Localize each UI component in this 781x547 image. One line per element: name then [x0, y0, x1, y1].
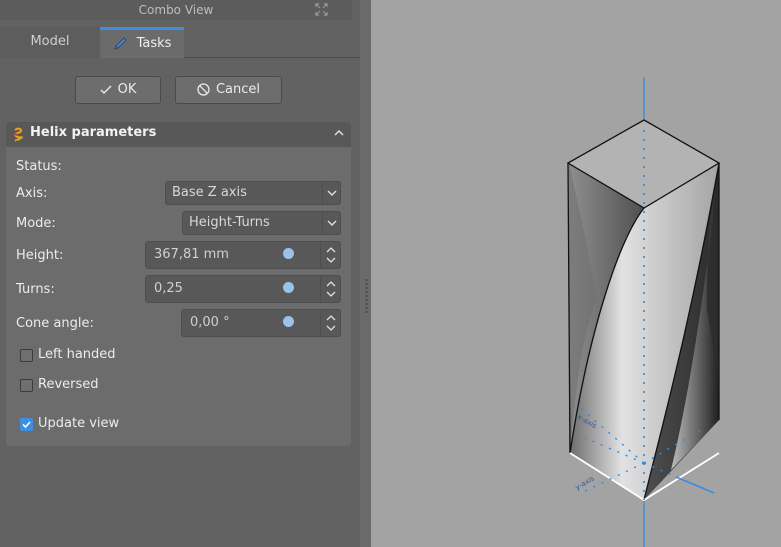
turns-spinbox[interactable]: 0,25: [145, 275, 341, 303]
turns-value: 0,25: [154, 281, 183, 296]
left-handed-label[interactable]: Left handed: [38, 347, 116, 362]
combo-view-panel: Combo View Model Tasks OK Cancel Helix p…: [0, 0, 360, 547]
cone-angle-value: 0,00 °: [190, 315, 230, 330]
expression-icon[interactable]: [283, 316, 294, 327]
stepper-arrows-icon[interactable]: [320, 310, 340, 336]
helix-icon: [13, 127, 23, 142]
chevron-down-icon: [322, 212, 340, 234]
stepper-arrows-icon[interactable]: [320, 242, 340, 268]
cancel-button-label: Cancel: [215, 82, 261, 97]
axis-select[interactable]: Base Z axis: [165, 181, 341, 205]
panel-title: Helix parameters: [30, 125, 157, 140]
no-entry-icon: [197, 83, 210, 96]
tab-model-label: Model: [30, 34, 70, 49]
tab-tasks-label: Tasks: [136, 36, 172, 51]
ok-button[interactable]: OK: [75, 76, 161, 104]
axis-select-value: Base Z axis: [172, 185, 247, 200]
stepper-arrows-icon[interactable]: [320, 276, 340, 302]
ok-button-label: OK: [117, 82, 137, 97]
expand-arrows-icon[interactable]: [315, 3, 328, 16]
chevron-down-icon: [322, 182, 340, 204]
update-view-label[interactable]: Update view: [38, 416, 119, 431]
combo-view-title-text: Combo View: [138, 3, 214, 17]
svg-text:y-axis: y-axis: [574, 474, 596, 491]
axis-label: Axis:: [16, 186, 48, 201]
cone-angle-spinbox[interactable]: 0,00 °: [181, 309, 341, 337]
splitter-handle[interactable]: [362, 0, 371, 547]
checkmark-icon: [22, 421, 31, 429]
status-label: Status:: [16, 159, 62, 174]
chevron-up-icon[interactable]: [334, 129, 344, 136]
turns-label: Turns:: [16, 282, 55, 297]
left-handed-checkbox[interactable]: [20, 349, 33, 362]
update-view-checkbox[interactable]: [20, 418, 33, 431]
combo-view-title: Combo View: [0, 0, 352, 20]
checkmark-icon: [100, 84, 112, 94]
helix-parameters-panel: Helix parameters Status: Axis: Base Z ax…: [6, 122, 351, 446]
mode-select-value: Height-Turns: [189, 215, 270, 230]
mode-select[interactable]: Height-Turns: [182, 211, 341, 235]
3d-viewport[interactable]: x-axis y-axis: [371, 0, 781, 547]
helix-model-view[interactable]: x-axis y-axis: [371, 0, 781, 547]
expression-icon[interactable]: [283, 282, 294, 293]
expression-icon[interactable]: [283, 248, 294, 259]
reversed-label[interactable]: Reversed: [38, 377, 99, 392]
tab-bar: Model Tasks: [0, 24, 360, 58]
panel-header[interactable]: Helix parameters: [6, 122, 351, 147]
height-spinbox[interactable]: 367,81 mm: [145, 241, 341, 269]
cancel-button[interactable]: Cancel: [175, 76, 282, 104]
reversed-checkbox[interactable]: [20, 379, 33, 392]
tab-tasks[interactable]: Tasks: [100, 27, 184, 58]
mode-label: Mode:: [16, 216, 56, 231]
cone-angle-label: Cone angle:: [16, 316, 94, 331]
tab-model[interactable]: Model: [0, 27, 100, 58]
pencil-icon: [113, 36, 127, 50]
height-label: Height:: [16, 248, 64, 263]
height-value: 367,81 mm: [154, 247, 229, 262]
